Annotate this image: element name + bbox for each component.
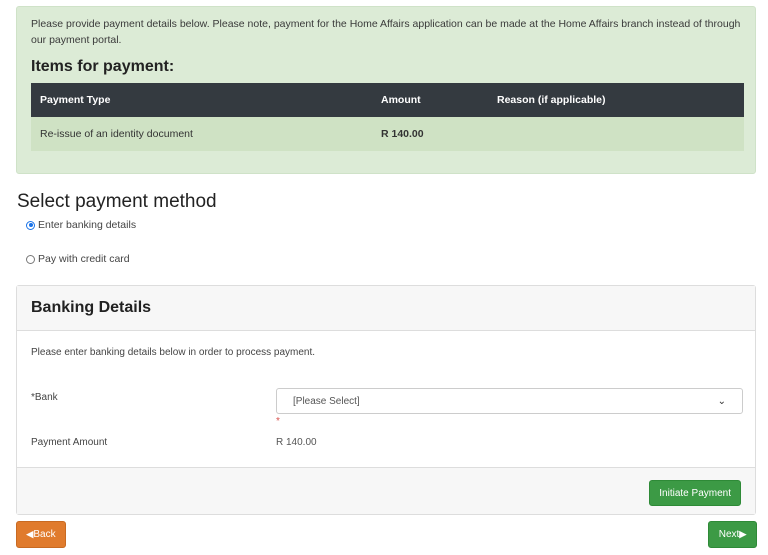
cell-amount: R 140.00 xyxy=(372,117,488,151)
panel-title: Banking Details xyxy=(31,299,152,316)
radio-label: Enter banking details xyxy=(38,219,137,231)
chevron-down-icon: ⌄ xyxy=(717,395,726,407)
table-header-row: Payment Type Amount Reason (if applicabl… xyxy=(31,83,744,117)
payment-method-title: Select payment method xyxy=(17,191,217,212)
payment-amount-value: R 140.00 xyxy=(276,437,317,448)
payment-items-table: Payment Type Amount Reason (if applicabl… xyxy=(31,83,744,151)
payment-notice: Please provide payment details below. Pl… xyxy=(16,6,756,174)
payment-amount-label: Payment Amount xyxy=(31,437,108,448)
panel-footer: Initiate Payment xyxy=(17,467,755,514)
bank-select[interactable]: [Please Select] ⌄ xyxy=(276,388,743,414)
col-amount: Amount xyxy=(372,83,488,117)
back-button-label: Back xyxy=(33,529,56,540)
radio-banking-details[interactable]: Enter banking details xyxy=(26,219,136,231)
next-button[interactable]: Next ▶ xyxy=(708,521,757,548)
col-reason: Reason (if applicable) xyxy=(488,83,744,117)
skip-back-icon: ◀ xyxy=(26,529,34,539)
radio-label: Pay with credit card xyxy=(38,253,130,265)
back-button[interactable]: ◀ Back xyxy=(16,521,66,548)
notice-text: Please provide payment details below. Pl… xyxy=(31,18,741,46)
initiate-payment-button[interactable]: Initiate Payment xyxy=(649,480,741,506)
panel-header: Banking Details xyxy=(17,286,755,331)
required-indicator: * xyxy=(276,416,280,427)
bank-select-value: [Please Select] xyxy=(293,395,360,407)
bank-label: *Bank xyxy=(31,392,58,403)
next-button-label: Next xyxy=(718,529,740,540)
items-title: Items for payment: xyxy=(31,58,175,75)
banking-details-panel: Banking Details Please enter banking det… xyxy=(16,285,756,515)
col-payment-type: Payment Type xyxy=(31,83,372,117)
radio-credit-card[interactable]: Pay with credit card xyxy=(26,253,130,265)
skip-forward-icon: ▶ xyxy=(739,529,747,539)
radio-unselected-icon[interactable] xyxy=(26,254,35,264)
cell-payment-type: Re-issue of an identity document xyxy=(31,117,372,151)
panel-description: Please enter banking details below in or… xyxy=(31,347,316,358)
radio-selected-icon[interactable] xyxy=(26,220,35,230)
table-row: Re-issue of an identity document R 140.0… xyxy=(31,117,744,151)
cell-reason xyxy=(488,117,744,151)
